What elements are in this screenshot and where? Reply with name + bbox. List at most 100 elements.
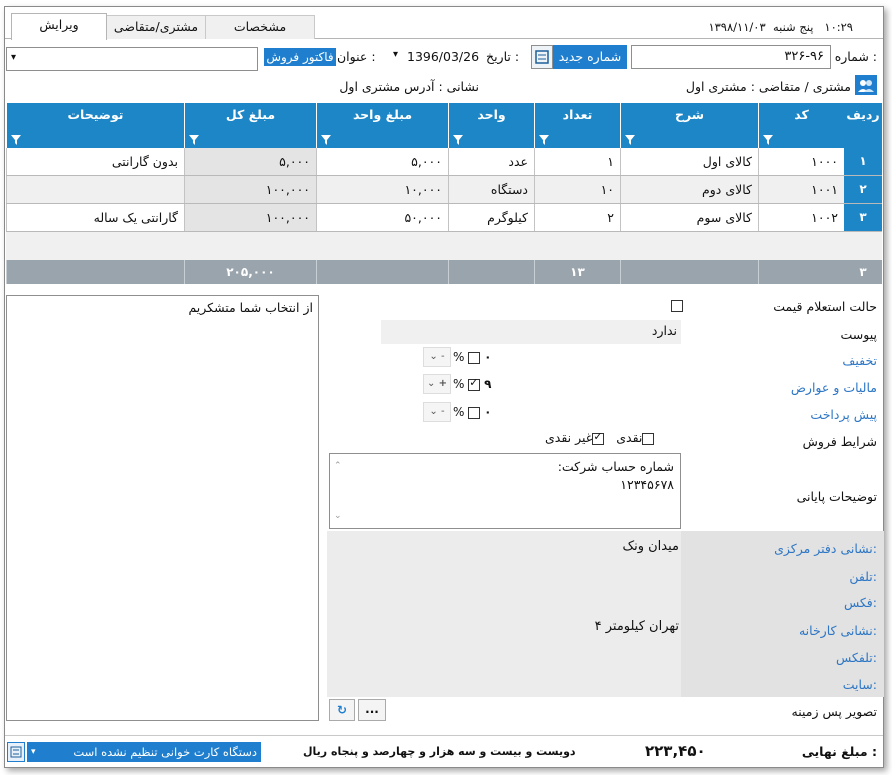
filter-icon[interactable] — [763, 135, 773, 145]
cell-description[interactable]: کالای اول — [620, 148, 758, 175]
cell-code[interactable]: ۱۰۰۱ — [758, 176, 844, 203]
filter-icon[interactable] — [321, 135, 331, 145]
site-label[interactable]: سایت: — [843, 677, 877, 692]
number-label: شماره : — [834, 49, 877, 64]
tab-bar: مشخصات مشتری/متقاضی ویرایش ۱۰:۲۹ پنج شنب… — [5, 7, 883, 40]
cash-checkbox[interactable] — [642, 432, 655, 445]
footer-total-sum: ۲۰۵,۰۰۰ — [184, 260, 316, 284]
customers-icon[interactable] — [855, 75, 877, 95]
title-dropdown[interactable]: ▾ — [6, 47, 258, 71]
cell-unit-price[interactable]: ۱۰,۰۰۰ — [316, 176, 448, 203]
discount-percent: % ۰ — [453, 350, 491, 364]
cell-unit[interactable]: دستگاه — [448, 176, 534, 203]
cell-description[interactable]: کالای دوم — [620, 176, 758, 203]
cell-notes[interactable]: گارانتی یک ساله — [6, 204, 184, 231]
footer-qty-sum: ۱۳ — [534, 260, 620, 284]
prepayment-label[interactable]: پیش پرداخت — [810, 407, 877, 422]
grid-footer: ۳ ۱۳ ۲۰۵,۰۰۰ — [6, 260, 882, 284]
col-description[interactable]: شرح — [620, 103, 758, 148]
attachment-field[interactable]: ندارد — [381, 320, 681, 344]
tax-value[interactable]: ۹ — [484, 377, 491, 391]
cell-quantity[interactable]: ۱۰ — [534, 176, 620, 203]
filter-icon[interactable] — [539, 135, 549, 145]
customer-label-text: مشتری / متقاضی : — [750, 79, 851, 94]
table-row[interactable]: ۳ ۱۰۰۲ کالای سوم ۲ کیلوگرم ۵۰,۰۰۰ ۱۰۰,۰۰… — [6, 204, 882, 232]
sale-terms-options: نقدی غیر نقدی — [545, 430, 655, 445]
factory-label[interactable]: نشانی کارخانه: — [799, 623, 877, 638]
scroll-down-icon[interactable]: ⌄ — [334, 507, 342, 525]
tab-specs[interactable]: مشخصات — [205, 15, 315, 39]
phone-label[interactable]: تلفن: — [849, 569, 877, 584]
notes-textarea[interactable]: از انتخاب شما متشکریم — [6, 295, 319, 721]
discount-label[interactable]: تخفیف — [842, 353, 877, 368]
discount-percent-checkbox[interactable] — [468, 351, 481, 364]
prepay-value[interactable]: ۰ — [484, 405, 491, 419]
table-row[interactable]: ۱ ۱۰۰۰ کالای اول ۱ عدد ۵,۰۰۰ ۵,۰۰۰ بدون … — [6, 148, 882, 176]
calc-icon[interactable] — [531, 45, 553, 69]
telefax-label[interactable]: تلفکس: — [836, 650, 877, 665]
col-unit[interactable]: واحد — [448, 103, 534, 148]
fax-label[interactable]: فکس: — [844, 595, 877, 610]
col-quantity[interactable]: تعداد — [534, 103, 620, 148]
date-field[interactable]: 1396/03/26 — [407, 49, 479, 64]
percent-symbol: % — [453, 377, 465, 391]
prepay-percent-checkbox[interactable] — [468, 406, 481, 419]
grid-empty-area[interactable] — [6, 232, 882, 260]
filter-icon[interactable] — [625, 135, 635, 145]
cash-label[interactable]: نقدی — [616, 430, 642, 445]
row-number: ۲ — [844, 176, 882, 203]
footer-notes-textarea[interactable]: شماره حساب شرکت: ۱۲۳۴۵۶۷۸ ⌃ ⌄ — [329, 453, 681, 529]
chevron-down-icon: ⌄ — [429, 406, 438, 417]
cell-unit[interactable]: عدد — [448, 148, 534, 175]
filter-icon[interactable] — [189, 135, 199, 145]
cell-code[interactable]: ۱۰۰۲ — [758, 204, 844, 231]
noncash-label[interactable]: غیر نقدی — [545, 430, 592, 445]
filter-icon[interactable] — [11, 135, 21, 145]
cell-notes[interactable]: بدون گارانتی — [6, 148, 184, 175]
new-number-button[interactable]: شماره جدید — [553, 45, 627, 69]
factory-value[interactable]: تهران کیلومتر ۴ — [425, 619, 679, 634]
col-code[interactable]: کد — [758, 103, 844, 148]
final-amount-words: دویست و بیست و سه هزار و چهارصد و پنجاه … — [303, 745, 576, 758]
footer-empty — [620, 260, 758, 284]
noncash-checkbox[interactable] — [592, 430, 605, 445]
cell-unit[interactable]: کیلوگرم — [448, 204, 534, 231]
browse-button[interactable]: ... — [358, 699, 386, 721]
refresh-icon[interactable]: ↻ — [329, 699, 355, 721]
table-row[interactable]: ۲ ۱۰۰۱ کالای دوم ۱۰ دستگاه ۱۰,۰۰۰ ۱۰۰,۰۰… — [6, 176, 882, 204]
cell-notes[interactable] — [6, 176, 184, 203]
col-notes[interactable]: توضیحات — [6, 103, 184, 148]
cell-unit-price[interactable]: ۵,۰۰۰ — [316, 148, 448, 175]
cell-unit-price[interactable]: ۵۰,۰۰۰ — [316, 204, 448, 231]
discount-op-dropdown[interactable]: ⌄ - — [423, 347, 451, 367]
final-amount-label: مبلغ نهایی : — [801, 744, 877, 759]
price-inquiry-checkbox[interactable] — [671, 299, 683, 312]
tax-percent-checkbox[interactable] — [468, 376, 481, 391]
calc-icon[interactable] — [7, 742, 25, 762]
taxes-label[interactable]: مالیات و عوارض — [791, 380, 877, 395]
customer-label: مشتری / متقاضی : مشتری اول — [686, 79, 851, 94]
discount-value[interactable]: ۰ — [484, 350, 491, 364]
cardreader-status[interactable]: دستگاه کارت خوانی تنظیم نشده است ▾ — [27, 742, 261, 762]
hq-address-value[interactable]: میدان ونک — [425, 539, 679, 554]
final-amount-value: ۲۲۳,۴۵۰ — [645, 742, 706, 760]
filter-icon[interactable] — [453, 135, 463, 145]
cell-quantity[interactable]: ۱ — [534, 148, 620, 175]
tax-percent: % ۹ — [453, 376, 491, 392]
cell-code[interactable]: ۱۰۰۰ — [758, 148, 844, 175]
scroll-up-icon[interactable]: ⌃ — [334, 457, 342, 475]
cell-description[interactable]: کالای سوم — [620, 204, 758, 231]
col-total[interactable]: مبلغ کل — [184, 103, 316, 148]
tab-customer[interactable]: مشتری/متقاضی — [106, 15, 206, 39]
chevron-down-icon[interactable]: ▾ — [31, 742, 36, 762]
title-field[interactable]: فاکتور فروش — [264, 48, 336, 66]
col-unit-price[interactable]: مبلغ واحد — [316, 103, 448, 148]
number-field[interactable]: ۳۲۶-۹۶ — [631, 45, 831, 69]
tax-op-dropdown[interactable]: ⌄ + — [423, 374, 451, 394]
tab-edit[interactable]: ویرایش — [11, 13, 107, 40]
hq-address-label[interactable]: نشانی دفتر مرکزی: — [774, 541, 877, 556]
customer-value[interactable]: مشتری اول — [686, 79, 747, 94]
cell-quantity[interactable]: ۲ — [534, 204, 620, 231]
date-dropdown-icon[interactable]: ▾ — [393, 49, 398, 60]
prepay-op-dropdown[interactable]: ⌄ - — [423, 402, 451, 422]
